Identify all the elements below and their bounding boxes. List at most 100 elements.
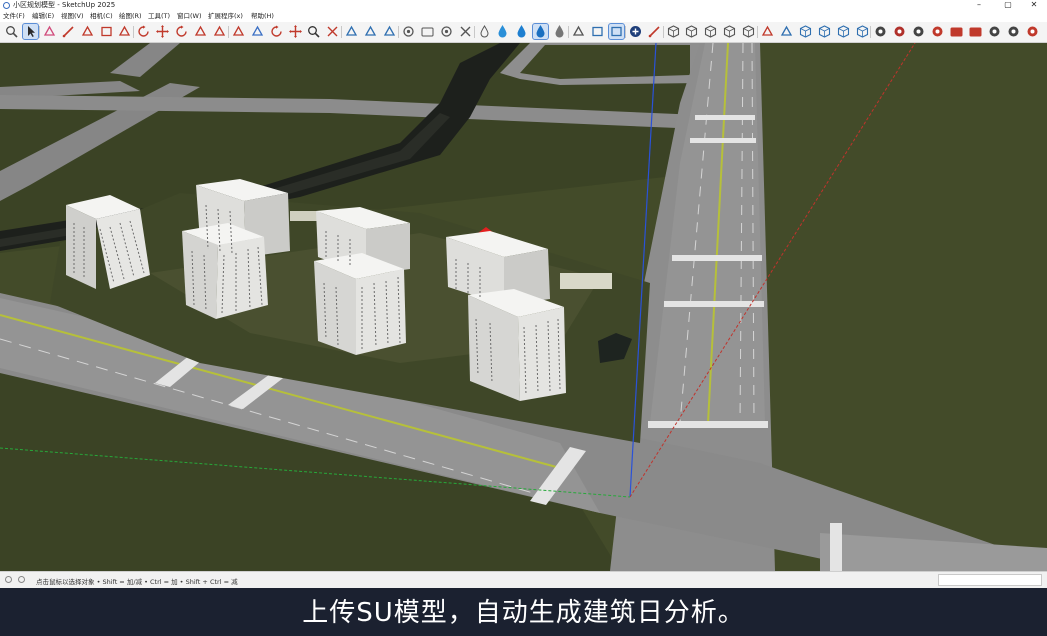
- toolbar-separator: [757, 26, 758, 38]
- menu-file[interactable]: 文件(F): [3, 11, 25, 22]
- menu-edit[interactable]: 编辑(E): [32, 11, 54, 22]
- pavilion: [560, 273, 612, 289]
- zoom-extents-icon[interactable]: [325, 24, 340, 39]
- drop-outline-icon[interactable]: [477, 24, 492, 39]
- drop-light-icon[interactable]: [495, 24, 510, 39]
- crosswalk: [672, 255, 762, 261]
- pencil-line-icon[interactable]: [61, 24, 76, 39]
- style-wireframe-icon[interactable]: [817, 24, 832, 39]
- info-icon[interactable]: [5, 576, 12, 583]
- residential-building-1[interactable]: [66, 195, 150, 289]
- crosswalk: [690, 138, 756, 143]
- pavilion: [290, 211, 320, 221]
- image-icon[interactable]: [949, 24, 964, 39]
- extension-warehouse-icon[interactable]: [363, 24, 378, 39]
- close-x-icon[interactable]: [458, 24, 473, 39]
- sandbox-icon[interactable]: [382, 24, 397, 39]
- arc-icon[interactable]: [80, 24, 95, 39]
- zoom-icon[interactable]: [306, 24, 321, 39]
- status-hint: 点击鼠标以选择对象 • Shift = 加/减 • Ctrl = 加 • Shi…: [36, 578, 238, 586]
- plugin-b-icon[interactable]: [892, 24, 907, 39]
- eraser-icon[interactable]: [42, 24, 57, 39]
- right-view-icon[interactable]: [722, 24, 737, 39]
- add-circle-icon[interactable]: [628, 24, 643, 39]
- back-view-icon[interactable]: [741, 24, 756, 39]
- rotate-icon[interactable]: [174, 24, 189, 39]
- orbit-icon[interactable]: [269, 24, 284, 39]
- measurements-box[interactable]: [938, 574, 1042, 586]
- push-pull-icon[interactable]: [117, 24, 132, 39]
- drop-filled-icon[interactable]: [532, 23, 550, 40]
- top-view-icon[interactable]: [684, 24, 699, 39]
- model-viewport[interactable]: [0, 43, 1047, 571]
- toolbar-separator: [473, 26, 475, 38]
- section-plane-icon[interactable]: [590, 24, 605, 39]
- plugin-g-icon[interactable]: [1025, 24, 1040, 39]
- paint-bucket-icon[interactable]: [250, 24, 265, 39]
- group-icon[interactable]: [779, 24, 794, 39]
- crosswalk: [830, 523, 842, 571]
- toolbar-separator: [397, 26, 399, 38]
- close-button[interactable]: ✕: [1021, 0, 1047, 11]
- drop-gray-icon[interactable]: [552, 24, 567, 39]
- front-view-icon[interactable]: [703, 24, 718, 39]
- tape-measure-icon[interactable]: [231, 24, 246, 39]
- style-xray-icon[interactable]: [798, 24, 813, 39]
- geolocation-icon[interactable]: [18, 576, 25, 583]
- toolbar-separator: [624, 26, 626, 38]
- toolbar-separator: [133, 26, 135, 38]
- drop-blue-icon[interactable]: [514, 24, 529, 39]
- residential-building-7[interactable]: [468, 289, 566, 401]
- move-icon[interactable]: [155, 24, 170, 39]
- menu-camera[interactable]: 相机(C): [90, 11, 113, 22]
- building-facade: [216, 237, 268, 319]
- toolbar-separator: [870, 26, 872, 38]
- crosswalk: [664, 301, 764, 307]
- scene-canvas[interactable]: [0, 43, 1047, 571]
- account-icon[interactable]: [401, 24, 416, 39]
- minimize-button[interactable]: –: [966, 0, 992, 11]
- menu-view[interactable]: 视图(V): [61, 11, 84, 22]
- menu-help[interactable]: 帮助(H): [251, 11, 274, 22]
- folder-icon[interactable]: [420, 24, 435, 39]
- menu-extensions[interactable]: 扩展程序(x): [208, 11, 243, 22]
- crosswalk: [648, 421, 768, 428]
- menu-window[interactable]: 窗口(W): [177, 11, 202, 22]
- section-cut-icon[interactable]: [607, 23, 625, 40]
- line-red-icon[interactable]: [647, 24, 662, 39]
- select-arrow-icon[interactable]: [21, 23, 39, 40]
- plugin-a-icon[interactable]: [873, 24, 888, 39]
- residential-building-3[interactable]: [182, 223, 268, 319]
- 3d-warehouse-icon[interactable]: [344, 24, 359, 39]
- plugin-e-icon[interactable]: [987, 24, 1002, 39]
- building-facade: [518, 307, 566, 401]
- follow-me-icon[interactable]: [212, 24, 227, 39]
- book-icon[interactable]: [968, 24, 983, 39]
- plugin-d-icon[interactable]: [930, 24, 945, 39]
- style-shaded-icon[interactable]: [836, 24, 851, 39]
- main-toolbar: [0, 22, 1047, 43]
- maximize-button[interactable]: ▢: [995, 0, 1021, 11]
- menu-bar: 文件(F) 编辑(E) 视图(V) 相机(C) 绘图(R) 工具(T) 窗口(W…: [0, 11, 1047, 22]
- plugin-c-icon[interactable]: [911, 24, 926, 39]
- scale-icon[interactable]: [193, 24, 208, 39]
- residential-building-5[interactable]: [314, 253, 406, 355]
- component-icon[interactable]: [760, 24, 775, 39]
- status-bar: 点击鼠标以选择对象 • Shift = 加/减 • Ctrl = 加 • Shi…: [0, 571, 1047, 588]
- offset-icon[interactable]: [136, 24, 151, 39]
- toolbar-separator: [227, 26, 229, 38]
- axes-icon[interactable]: [571, 24, 586, 39]
- pan-icon[interactable]: [288, 24, 303, 39]
- building-facade: [66, 205, 96, 289]
- sketchup-window: 小区规划模型 - SketchUp 2025 – ▢ ✕ 文件(F) 编辑(E)…: [0, 0, 1047, 588]
- plugin-f-icon[interactable]: [1006, 24, 1021, 39]
- settings-gear-icon[interactable]: [439, 24, 454, 39]
- menu-tools[interactable]: 工具(T): [148, 11, 170, 22]
- video-subtitle: 上传SU模型，自动生成建筑日分析。: [302, 598, 745, 628]
- iso-view-icon[interactable]: [666, 24, 681, 39]
- zoom-search-icon[interactable]: [4, 24, 19, 39]
- sketchup-logo-icon: [3, 2, 10, 9]
- style-textured-icon[interactable]: [855, 24, 870, 39]
- menu-draw[interactable]: 绘图(R): [119, 11, 142, 22]
- rectangle-icon[interactable]: [99, 24, 114, 39]
